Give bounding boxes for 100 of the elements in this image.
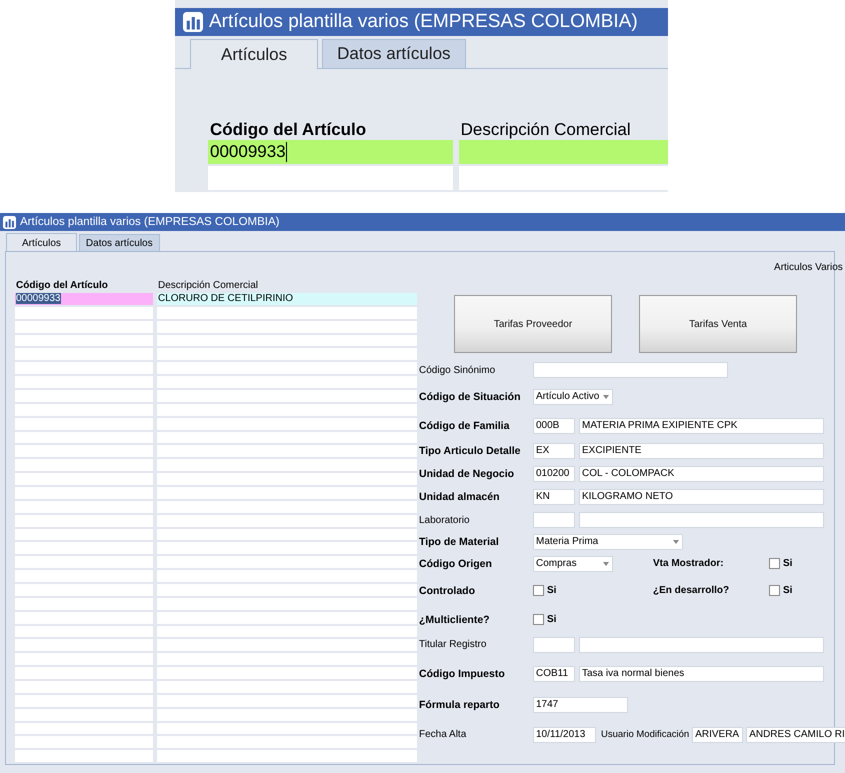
input-field[interactable]: ARIVERA	[692, 726, 744, 742]
table-cell[interactable]	[157, 639, 417, 652]
table-cell[interactable]	[15, 612, 153, 624]
input-field[interactable]	[579, 512, 824, 528]
table-cell[interactable]: 00009933	[208, 140, 453, 164]
tab[interactable]: Datos artículos	[322, 39, 466, 68]
table-cell[interactable]	[157, 445, 417, 458]
table-cell[interactable]	[15, 473, 153, 486]
input-field[interactable]	[533, 636, 575, 652]
table-cell[interactable]	[157, 722, 417, 734]
input-field[interactable]: 000B	[533, 418, 575, 434]
input-field[interactable]: 010200	[533, 466, 575, 482]
table-cell[interactable]	[15, 708, 153, 721]
tariff-button[interactable]: Tarifas Proveedor	[454, 295, 612, 353]
table-cell[interactable]	[15, 681, 153, 693]
input-field[interactable]: COL - COLOMPACK	[579, 466, 824, 482]
table-cell[interactable]	[15, 542, 153, 554]
table-cell[interactable]	[157, 667, 417, 680]
table-cell[interactable]	[15, 445, 153, 458]
table-cell[interactable]	[157, 376, 417, 388]
table-cell[interactable]	[157, 681, 417, 693]
input-field[interactable]: EX	[533, 443, 575, 459]
checkbox[interactable]: Si	[769, 558, 792, 569]
table-cell[interactable]	[208, 166, 453, 190]
table-cell[interactable]	[15, 334, 153, 346]
table-cell[interactable]	[15, 500, 153, 513]
table-cell[interactable]	[157, 528, 417, 540]
table-cell[interactable]	[157, 584, 417, 596]
table-cell[interactable]	[15, 418, 153, 430]
table-cell[interactable]	[157, 626, 417, 638]
table-cell[interactable]	[15, 459, 153, 472]
dropdown[interactable]: Artículo Activo	[533, 388, 613, 404]
table-cell[interactable]	[157, 473, 417, 486]
table-cell[interactable]	[157, 348, 417, 360]
table-cell[interactable]	[15, 722, 153, 734]
input-field[interactable]	[533, 512, 575, 528]
checkbox[interactable]: Si	[769, 585, 792, 596]
table-cell[interactable]	[15, 362, 153, 374]
table-cell[interactable]	[157, 432, 417, 444]
input-field[interactable]: MATERIA PRIMA EXIPIENTE CPK	[579, 418, 824, 434]
table-cell[interactable]	[157, 459, 417, 472]
table-cell[interactable]	[157, 514, 417, 527]
input-field[interactable]: KN	[533, 489, 575, 505]
table-cell[interactable]	[15, 570, 153, 582]
table-cell[interactable]	[157, 570, 417, 582]
input-field[interactable]: 1747	[533, 696, 628, 712]
table-cell[interactable]	[15, 390, 153, 402]
table-cell[interactable]	[15, 736, 153, 748]
table-cell[interactable]	[157, 736, 417, 748]
table-cell[interactable]	[15, 487, 153, 499]
table-cell[interactable]: CLORURO DE CETILPIRINIO	[157, 292, 417, 305]
table-cell[interactable]	[15, 348, 153, 360]
tab[interactable]: Datos artículos	[78, 234, 160, 252]
table-cell[interactable]	[15, 556, 153, 568]
table-cell[interactable]	[157, 306, 417, 319]
table-cell[interactable]	[157, 598, 417, 610]
table-cell[interactable]	[15, 584, 153, 596]
table-cell[interactable]	[157, 750, 417, 762]
tab[interactable]: Artículos	[190, 39, 318, 69]
table-cell[interactable]	[15, 376, 153, 388]
table-cell[interactable]	[157, 404, 417, 416]
table-cell[interactable]	[15, 653, 153, 666]
table-cell[interactable]	[15, 432, 153, 444]
table-cell[interactable]	[15, 528, 153, 540]
table-cell[interactable]	[157, 500, 417, 513]
table-cell[interactable]	[157, 320, 417, 333]
table-cell[interactable]	[458, 166, 668, 190]
table-cell[interactable]	[15, 694, 153, 707]
table-cell[interactable]	[157, 653, 417, 666]
table-cell[interactable]	[15, 404, 153, 416]
input-field[interactable]: EXCIPIENTE	[579, 443, 824, 459]
checkbox[interactable]: Si	[533, 585, 556, 596]
table-cell[interactable]	[157, 487, 417, 499]
table-cell[interactable]	[458, 140, 668, 164]
input-field[interactable]: 10/11/2013	[533, 726, 596, 742]
input-field[interactable]	[533, 362, 728, 378]
table-cell[interactable]	[15, 667, 153, 680]
table-cell[interactable]	[15, 750, 153, 762]
table-cell[interactable]	[15, 598, 153, 610]
table-cell[interactable]	[15, 306, 153, 319]
table-cell[interactable]: 00009933	[15, 292, 153, 305]
input-field[interactable]	[579, 636, 824, 652]
table-cell[interactable]	[157, 390, 417, 402]
table-cell[interactable]	[157, 362, 417, 374]
input-field[interactable]: COB11	[533, 666, 575, 682]
table-cell[interactable]	[15, 626, 153, 638]
checkbox[interactable]: Si	[533, 614, 556, 625]
table-cell[interactable]	[15, 639, 153, 652]
input-field[interactable]: ANDRES CAMILO RI	[746, 726, 845, 742]
table-cell[interactable]	[157, 694, 417, 707]
table-cell[interactable]	[157, 334, 417, 346]
table-cell[interactable]	[157, 542, 417, 554]
tariff-button[interactable]: Tarifas Venta	[639, 295, 797, 353]
input-field[interactable]: KILOGRAMO NETO	[579, 489, 824, 505]
table-cell[interactable]	[15, 320, 153, 333]
input-field[interactable]: Tasa iva normal bienes	[579, 666, 824, 682]
table-cell[interactable]	[157, 556, 417, 568]
table-cell[interactable]	[157, 418, 417, 430]
dropdown[interactable]: Materia Prima	[533, 534, 683, 550]
table-cell[interactable]	[157, 612, 417, 624]
